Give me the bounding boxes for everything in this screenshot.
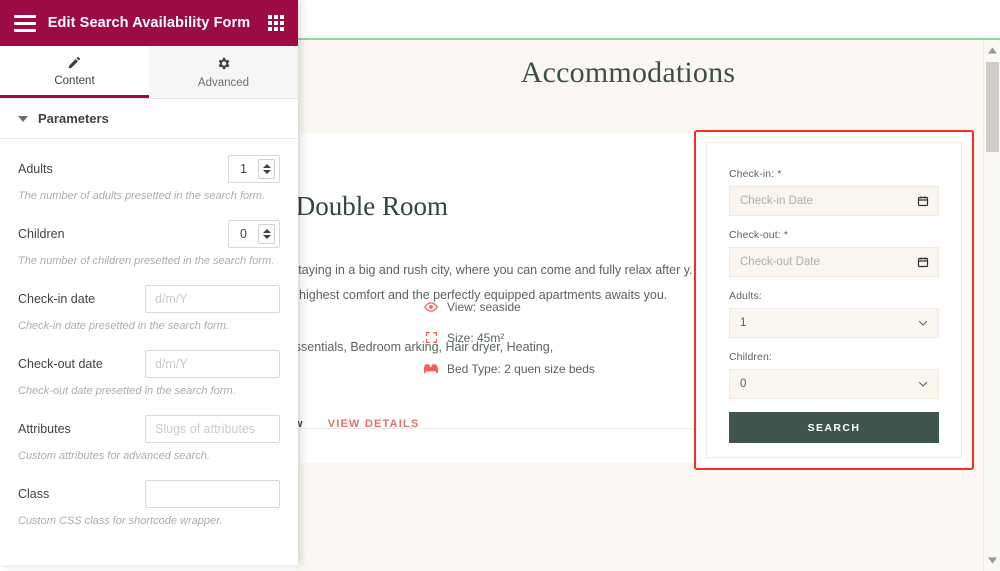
grid-icon[interactable] (268, 15, 284, 31)
gear-icon (216, 56, 231, 72)
adults-field-label: Adults (18, 162, 53, 176)
children-value: 0 (740, 378, 746, 390)
checkout-required-mark: * (784, 229, 788, 241)
editor-panel: Edit Search Availability Form Content (0, 0, 298, 565)
caret-down-icon (18, 116, 28, 122)
browser-scrollbar[interactable] (983, 40, 1000, 571)
tab-content[interactable]: Content (0, 46, 149, 98)
panel-tabs: Content Advanced (0, 46, 298, 99)
attributes-input[interactable] (145, 415, 280, 443)
calendar-icon[interactable] (917, 195, 929, 207)
checkin-date-field-label: Check-in date (18, 292, 95, 306)
children-stepper[interactable]: 0 (228, 220, 280, 248)
resize-icon (424, 331, 438, 345)
class-field-label: Class (18, 487, 49, 501)
site-preview: Accommodations r Double Room t for stayi… (296, 38, 1000, 571)
checkout-label: Check-out: * (729, 229, 939, 241)
adults-field-group: Adults: 1 (729, 290, 939, 338)
checkin-date-input[interactable]: Check-in Date (729, 186, 939, 216)
search-availability-form: Check-in: * Check-in Date (706, 142, 962, 458)
field-row-adults: Adults 1 (18, 155, 280, 183)
section-parameters-title: Parameters (38, 111, 109, 126)
bed-icon (424, 362, 438, 376)
parameters-fields: Adults 1 The number of adults presetted … (0, 139, 298, 529)
adults-spinner-icon[interactable] (258, 159, 275, 179)
section-parameters-header[interactable]: Parameters (0, 99, 298, 139)
search-submit-button[interactable]: SEARCH (729, 412, 939, 443)
children-field-group: Children: 0 (729, 351, 939, 399)
checkout-label-text: Check-out: (729, 229, 781, 241)
room-feature: Size: 45m² (424, 322, 595, 353)
room-feature-label: Size: 45m² (447, 331, 504, 345)
checkout-date-input[interactable]: Check-out Date (729, 247, 939, 277)
field-row-class: Class (18, 480, 280, 508)
checkout-date-field-label: Check-out date (18, 357, 103, 371)
children-select[interactable]: 0 (729, 369, 939, 399)
chevron-up-icon[interactable] (984, 42, 1000, 59)
attributes-field-hint: Custom attributes for advanced search. (18, 449, 280, 464)
site-preview-content: Accommodations r Double Room t for stayi… (296, 40, 1000, 571)
adults-value: 1 (229, 162, 258, 176)
field-row-checkout-date: Check-out date (18, 350, 280, 378)
adults-value: 1 (740, 317, 746, 329)
children-value: 0 (229, 227, 258, 241)
chevron-down-icon[interactable] (917, 317, 929, 329)
field-row-checkin-date: Check-in date (18, 285, 280, 313)
room-feature: View: seaside (424, 291, 595, 322)
room-feature-label: View: seaside (447, 300, 521, 314)
checkin-label: Check-in: * (729, 168, 939, 180)
scrollbar-thumb[interactable] (986, 62, 999, 152)
search-availability-widget-highlight: Check-in: * Check-in Date (694, 130, 974, 470)
children-field-label: Children (18, 227, 65, 241)
pencil-icon (67, 54, 82, 70)
page-title: Accommodations (296, 56, 960, 90)
panel-title: Edit Search Availability Form (30, 15, 268, 31)
chevron-down-icon[interactable] (917, 378, 929, 390)
checkin-required-mark: * (777, 168, 781, 180)
tab-advanced-label: Advanced (198, 77, 249, 89)
chevron-down-icon[interactable] (984, 552, 1000, 569)
tab-advanced[interactable]: Advanced (149, 46, 298, 98)
class-field-hint: Custom CSS class for shortcode wrapper. (18, 514, 280, 529)
adults-label: Adults: (729, 290, 939, 302)
room-feature-label: Bed Type: 2 quen size beds (447, 362, 595, 376)
room-feature: Bed Type: 2 quen size beds (424, 353, 595, 384)
children-spinner-icon[interactable] (258, 224, 275, 244)
adults-field-hint: The number of adults presetted in the se… (18, 189, 280, 204)
checkout-field-group: Check-out: * Check-out Date (729, 229, 939, 277)
screenshot-root: Accommodations r Double Room t for stayi… (0, 0, 1000, 571)
field-row-attributes: Attributes (18, 415, 280, 443)
checkout-date-field-hint: Check-out date presetted in the search f… (18, 384, 280, 399)
children-field-hint: The number of children presetted in the … (18, 254, 280, 269)
adults-select[interactable]: 1 (729, 308, 939, 338)
children-label: Children: (729, 351, 939, 363)
panel-header: Edit Search Availability Form (0, 0, 298, 46)
adults-stepper[interactable]: 1 (228, 155, 280, 183)
checkin-field-group: Check-in: * Check-in Date (729, 168, 939, 216)
checkin-label-text: Check-in: (729, 168, 774, 180)
attributes-field-label: Attributes (18, 422, 71, 436)
room-feature-list: View: seaside Size: 45m² (424, 291, 595, 384)
checkin-date-input[interactable] (145, 285, 280, 313)
checkin-placeholder: Check-in Date (740, 195, 813, 207)
eye-icon (424, 300, 438, 314)
calendar-icon[interactable] (917, 256, 929, 268)
field-row-children: Children 0 (18, 220, 280, 248)
room-title: r Double Room (296, 191, 448, 222)
class-input[interactable] (145, 480, 280, 508)
checkin-date-field-hint: Check-in date presetted in the search fo… (18, 319, 280, 334)
checkout-date-input[interactable] (145, 350, 280, 378)
checkout-placeholder: Check-out Date (740, 256, 820, 268)
tab-content-label: Content (54, 75, 94, 87)
